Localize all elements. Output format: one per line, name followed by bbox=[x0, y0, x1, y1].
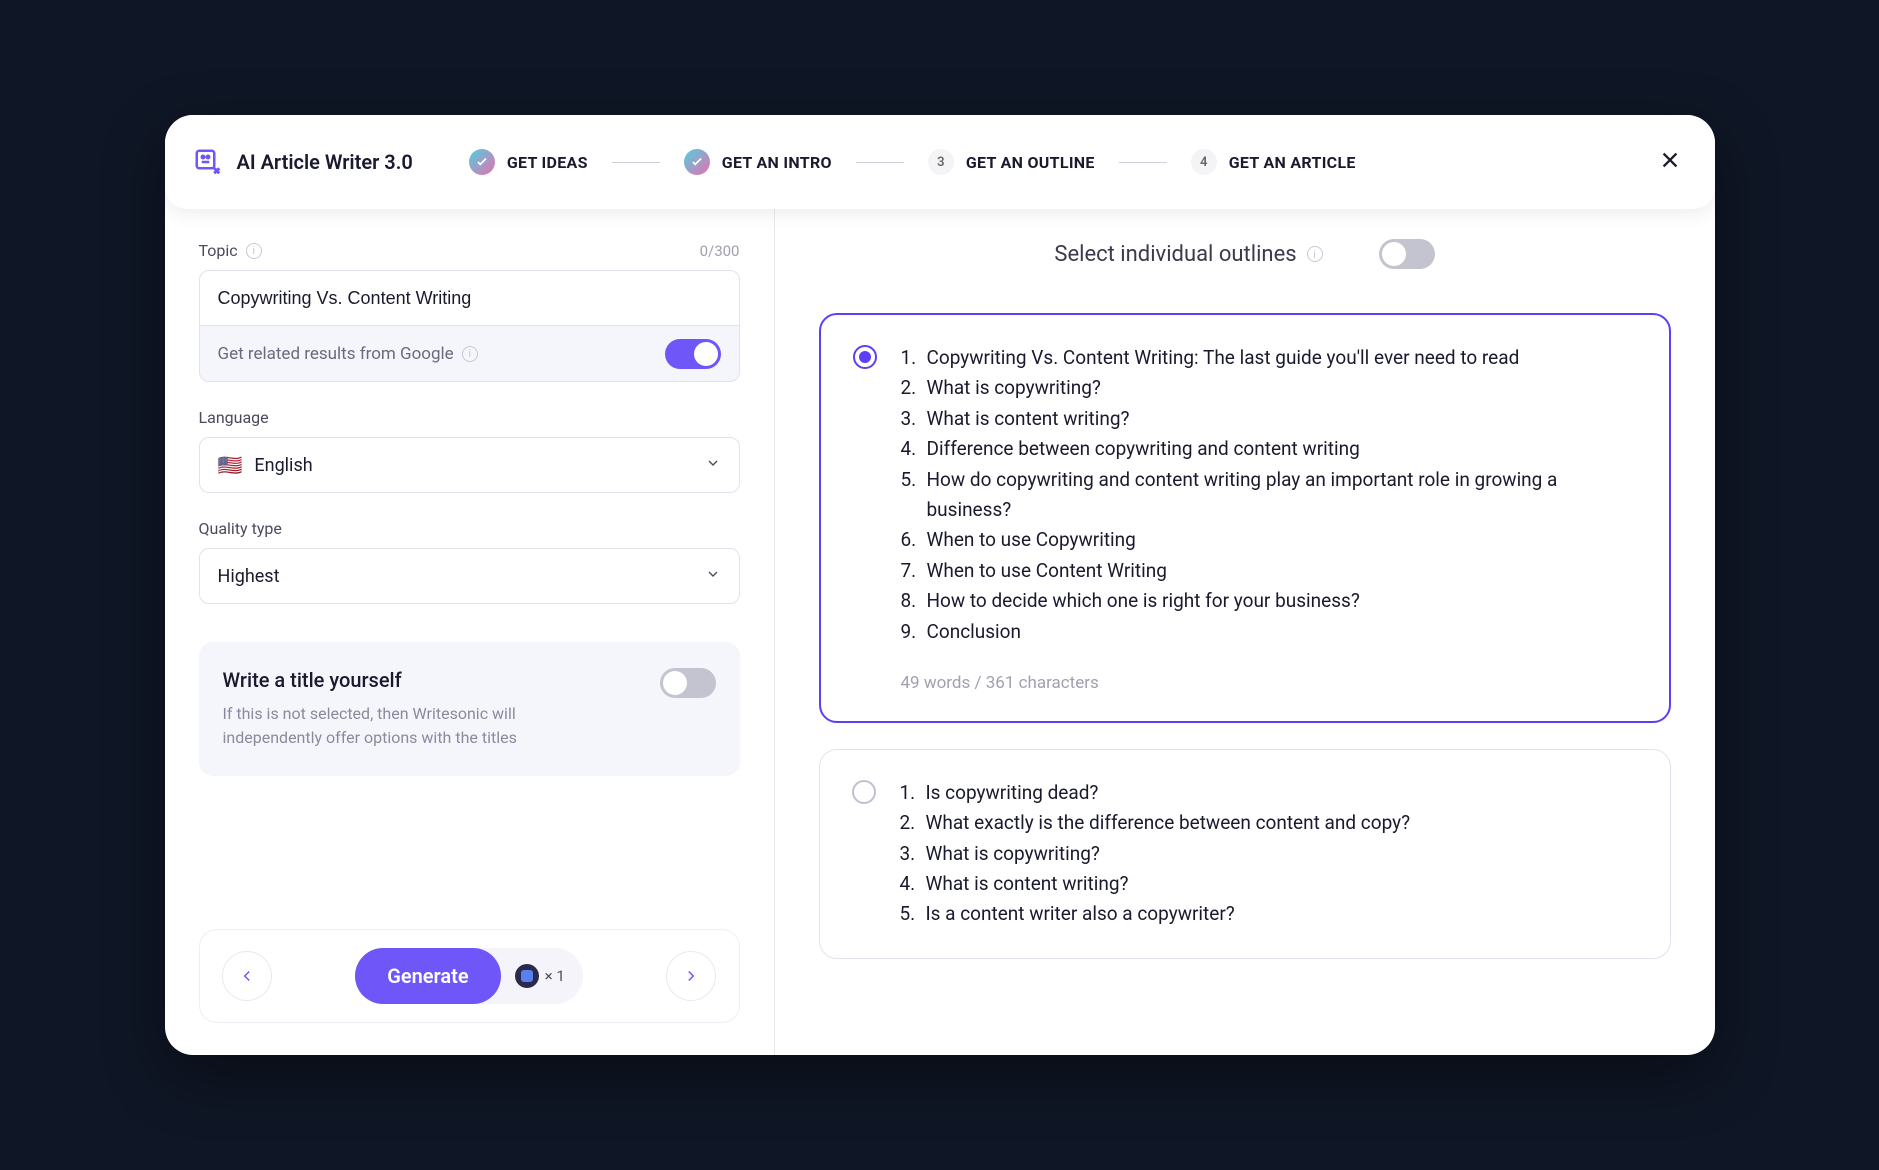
outline-item: 3.What is content writing? bbox=[901, 404, 1637, 434]
info-icon[interactable]: i bbox=[1307, 246, 1323, 262]
topic-counter: 0/300 bbox=[700, 242, 740, 260]
step-label: GET AN OUTLINE bbox=[966, 153, 1095, 172]
left-footer: Generate × 1 bbox=[199, 929, 740, 1023]
outline-item: 1.Copywriting Vs. Content Writing: The l… bbox=[901, 343, 1637, 373]
right-panel: Select individual outlines i 1.Copywriti… bbox=[775, 209, 1715, 1055]
outline-list: 1.Copywriting Vs. Content Writing: The l… bbox=[901, 343, 1637, 647]
outline-radio[interactable] bbox=[852, 780, 876, 804]
next-button[interactable] bbox=[666, 951, 716, 1001]
select-outlines-label: Select individual outlines i bbox=[1054, 242, 1322, 267]
quality-value: Highest bbox=[218, 566, 280, 587]
outline-item: 7.When to use Content Writing bbox=[901, 556, 1637, 586]
outline-card[interactable]: 1.Copywriting Vs. Content Writing: The l… bbox=[819, 313, 1671, 723]
check-icon bbox=[684, 149, 710, 175]
write-title-card: Write a title yourself If this is not se… bbox=[199, 642, 740, 776]
language-label: Language bbox=[199, 408, 740, 427]
step-number: 4 bbox=[1191, 149, 1217, 175]
google-label: Get related results from Google i bbox=[218, 344, 478, 364]
outline-item: 4.Difference between copywriting and con… bbox=[901, 434, 1637, 464]
outline-item: 6.When to use Copywriting bbox=[901, 525, 1637, 555]
generate-button-group: Generate × 1 bbox=[355, 948, 583, 1004]
step-label: GET IDEAS bbox=[507, 153, 588, 172]
chevron-down-icon bbox=[705, 455, 721, 476]
step-number: 3 bbox=[928, 149, 954, 175]
step-divider bbox=[612, 162, 660, 163]
outline-item: 9.Conclusion bbox=[901, 617, 1637, 647]
outline-item: 4.What is content writing? bbox=[900, 869, 1638, 899]
left-panel: Topic i 0/300 Get related results from G… bbox=[165, 209, 775, 1055]
right-header: Select individual outlines i bbox=[819, 239, 1671, 269]
app-title: AI Article Writer 3.0 bbox=[237, 150, 413, 174]
outline-item: 2.What exactly is the difference between… bbox=[900, 808, 1638, 838]
header-bar: AI Article Writer 3.0 GET IDEAS GET AN IN… bbox=[165, 115, 1715, 209]
quality-select[interactable]: Highest bbox=[199, 548, 740, 604]
outline-item: 5.How do copywriting and content writing… bbox=[901, 465, 1637, 526]
logo-area: AI Article Writer 3.0 bbox=[193, 147, 413, 177]
step-label: GET AN ARTICLE bbox=[1229, 153, 1356, 172]
write-title-heading: Write a title yourself bbox=[223, 668, 543, 692]
step-label: GET AN INTRO bbox=[722, 153, 832, 172]
google-toggle[interactable] bbox=[665, 339, 721, 369]
body: Topic i 0/300 Get related results from G… bbox=[165, 209, 1715, 1055]
info-icon[interactable]: i bbox=[246, 243, 262, 259]
outline-card[interactable]: 1.Is copywriting dead?2.What exactly is … bbox=[819, 749, 1671, 959]
outline-radio[interactable] bbox=[853, 345, 877, 369]
step-3[interactable]: 3 GET AN OUTLINE bbox=[928, 149, 1095, 175]
credit-icon bbox=[515, 964, 539, 988]
outline-item: 5.Is a content writer also a copywriter? bbox=[900, 899, 1638, 929]
step-1[interactable]: GET IDEAS bbox=[469, 149, 588, 175]
outline-item: 8.How to decide which one is right for y… bbox=[901, 586, 1637, 616]
step-divider bbox=[1119, 162, 1167, 163]
info-icon[interactable]: i bbox=[462, 346, 478, 362]
generate-cost: × 1 bbox=[515, 964, 565, 988]
outline-item: 3.What is copywriting? bbox=[900, 839, 1638, 869]
outline-list: 1.Is copywriting dead?2.What exactly is … bbox=[900, 778, 1638, 930]
step-progress: GET IDEAS GET AN INTRO 3 GET AN OUTLINE 4 GET… bbox=[469, 149, 1356, 175]
topic-input[interactable] bbox=[199, 270, 740, 326]
individual-outlines-toggle[interactable] bbox=[1379, 239, 1435, 269]
write-title-desc: If this is not selected, then Writesonic… bbox=[223, 702, 543, 750]
check-icon bbox=[469, 149, 495, 175]
write-title-toggle[interactable] bbox=[660, 668, 716, 698]
flag-icon: 🇺🇸 bbox=[218, 453, 243, 477]
quality-label: Quality type bbox=[199, 519, 740, 538]
language-select[interactable]: 🇺🇸 English bbox=[199, 437, 740, 493]
close-button[interactable] bbox=[1653, 143, 1687, 181]
prev-button[interactable] bbox=[222, 951, 272, 1001]
language-value: English bbox=[254, 455, 312, 476]
topic-label: Topic i bbox=[199, 241, 262, 260]
step-divider bbox=[856, 162, 904, 163]
app-window: AI Article Writer 3.0 GET IDEAS GET AN IN… bbox=[165, 115, 1715, 1055]
google-row: Get related results from Google i bbox=[199, 326, 740, 382]
outline-item: 2.What is copywriting? bbox=[901, 373, 1637, 403]
app-logo-icon bbox=[193, 147, 223, 177]
generate-button[interactable]: Generate bbox=[355, 948, 500, 1004]
outline-item: 1.Is copywriting dead? bbox=[900, 778, 1638, 808]
outline-meta: 49 words / 361 characters bbox=[901, 673, 1637, 693]
step-4[interactable]: 4 GET AN ARTICLE bbox=[1191, 149, 1356, 175]
step-2[interactable]: GET AN INTRO bbox=[684, 149, 832, 175]
chevron-down-icon bbox=[705, 566, 721, 587]
